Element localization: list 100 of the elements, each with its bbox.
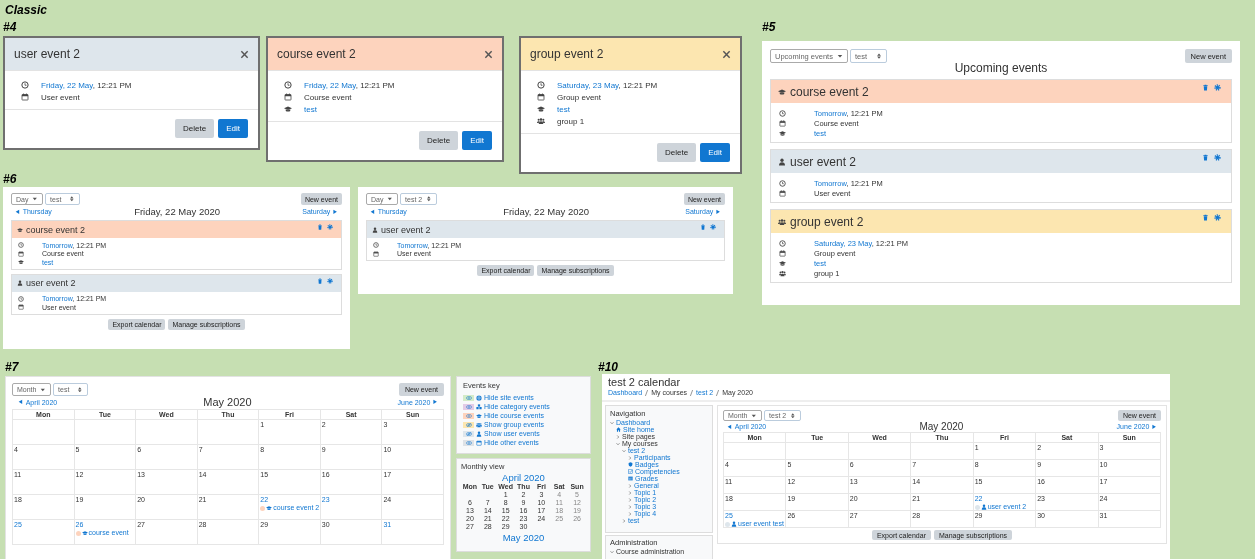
trash-icon[interactable]	[317, 277, 323, 284]
close-icon[interactable]	[484, 49, 493, 59]
clock-icon	[779, 179, 786, 187]
event-title: user event 2	[790, 154, 857, 169]
close-icon[interactable]	[240, 49, 249, 59]
up-down-arrows-icon	[876, 53, 883, 59]
course-link[interactable]: test	[557, 104, 570, 114]
trash-icon[interactable]	[1202, 84, 1209, 91]
clock-icon	[779, 109, 786, 117]
user-icon	[778, 157, 786, 166]
clock-icon	[18, 295, 24, 302]
event-detail: Saturday, 23 May, 12:21 PM	[557, 80, 658, 90]
clock-icon	[373, 242, 379, 249]
graduation-cap-icon	[779, 129, 786, 137]
checkbox-icon	[628, 469, 633, 474]
up-down-arrows-icon	[790, 412, 796, 419]
event-title: course event 2	[26, 224, 86, 235]
group-icon	[778, 217, 786, 226]
gear-icon[interactable]	[1214, 84, 1221, 91]
graduation-cap-icon	[778, 87, 786, 96]
trash-icon[interactable]	[700, 224, 706, 230]
dialog-button[interactable]: Delete	[419, 131, 459, 150]
event-detail: Friday, 22 May, 12:21 PM	[304, 80, 395, 90]
course-link[interactable]: test	[304, 104, 317, 114]
cubes-icon	[476, 403, 482, 410]
section-label: #4	[3, 20, 17, 34]
clock-icon	[537, 81, 545, 89]
chevron-right-icon[interactable]	[628, 504, 632, 509]
calendar-icon	[284, 93, 292, 101]
event-detail: Friday, 22 May, 12:21 PM	[41, 80, 132, 90]
sheet-title: Classic	[5, 3, 48, 17]
trash-icon[interactable]	[1202, 154, 1209, 161]
chevron-right-icon[interactable]	[628, 497, 632, 502]
graduation-cap-icon	[476, 412, 482, 419]
graduation-cap-icon	[18, 259, 24, 266]
calendar-icon	[537, 93, 545, 101]
chevron-right-icon[interactable]	[628, 490, 632, 495]
event-detail: Group event	[557, 92, 602, 102]
graduation-cap-icon	[81, 530, 88, 537]
section-label: #6	[3, 172, 17, 186]
dialog-button[interactable]: Edit	[218, 119, 248, 138]
caret-icon	[751, 412, 758, 419]
section-label: #10	[598, 360, 619, 374]
calendar-icon	[21, 93, 29, 101]
calendar-icon	[18, 250, 24, 257]
trash-icon[interactable]	[317, 224, 323, 230]
up-down-arrows-icon	[69, 196, 76, 202]
graduation-cap-icon	[537, 105, 545, 113]
view-heading: Friday, 22 May 2020	[503, 206, 590, 217]
month-link[interactable]: April 2020	[461, 472, 586, 483]
triangle-left-icon	[727, 423, 733, 430]
graduation-cap-icon	[284, 105, 292, 113]
month-heading: May 2020	[203, 396, 252, 408]
calendar-icon	[476, 439, 482, 446]
event-detail: group 1	[557, 116, 585, 126]
gear-icon[interactable]	[1214, 214, 1221, 221]
group-icon	[779, 269, 786, 277]
group-icon	[476, 421, 482, 428]
calendar-icon	[373, 250, 379, 257]
triangle-right-icon	[432, 399, 438, 405]
chevron-right-icon[interactable]	[616, 434, 620, 439]
gear-icon[interactable]	[327, 224, 333, 230]
section-label: #5	[762, 20, 776, 34]
chevron-right-icon[interactable]	[622, 518, 626, 523]
chevron-right-icon[interactable]	[628, 511, 632, 516]
triangle-right-icon	[1151, 423, 1157, 430]
event-detail: Course event	[304, 92, 352, 102]
trash-icon[interactable]	[1202, 214, 1209, 221]
triangle-left-icon	[15, 208, 21, 215]
calendar-icon	[779, 119, 786, 127]
dialog-title: course event 2	[277, 47, 356, 61]
month-heading: May 2020	[919, 421, 964, 432]
graduation-cap-icon	[779, 259, 786, 267]
gear-icon[interactable]	[327, 277, 333, 284]
chevron-right-icon[interactable]	[628, 483, 632, 488]
view-heading: Friday, 22 May 2020	[134, 206, 221, 217]
chevron-right-icon[interactable]	[628, 455, 632, 460]
globe-icon	[476, 394, 482, 401]
clock-icon	[21, 81, 29, 89]
caret-icon	[387, 196, 394, 202]
user-icon	[17, 280, 23, 286]
triangle-right-icon	[715, 208, 721, 215]
date-link[interactable]: Friday, 22 May	[41, 80, 93, 90]
event-title: user event 2	[381, 224, 431, 235]
up-down-arrows-icon	[426, 196, 432, 202]
gear-icon[interactable]	[710, 224, 716, 230]
graduation-cap-icon	[266, 505, 273, 512]
table-icon	[628, 476, 633, 481]
dialog-button[interactable]: Edit	[462, 131, 492, 150]
group-icon	[537, 117, 545, 125]
home-icon	[616, 427, 621, 432]
date-link[interactable]: Friday, 22 May	[304, 80, 356, 90]
gear-icon[interactable]	[1214, 154, 1221, 161]
dialog-button[interactable]: Edit	[700, 143, 730, 162]
close-icon[interactable]	[722, 49, 731, 59]
dialog-button[interactable]: Delete	[175, 119, 215, 138]
dialog-button[interactable]: Delete	[657, 143, 697, 162]
user-icon	[980, 504, 987, 511]
user-icon	[731, 521, 737, 528]
month-link[interactable]: May 2020	[461, 532, 586, 543]
